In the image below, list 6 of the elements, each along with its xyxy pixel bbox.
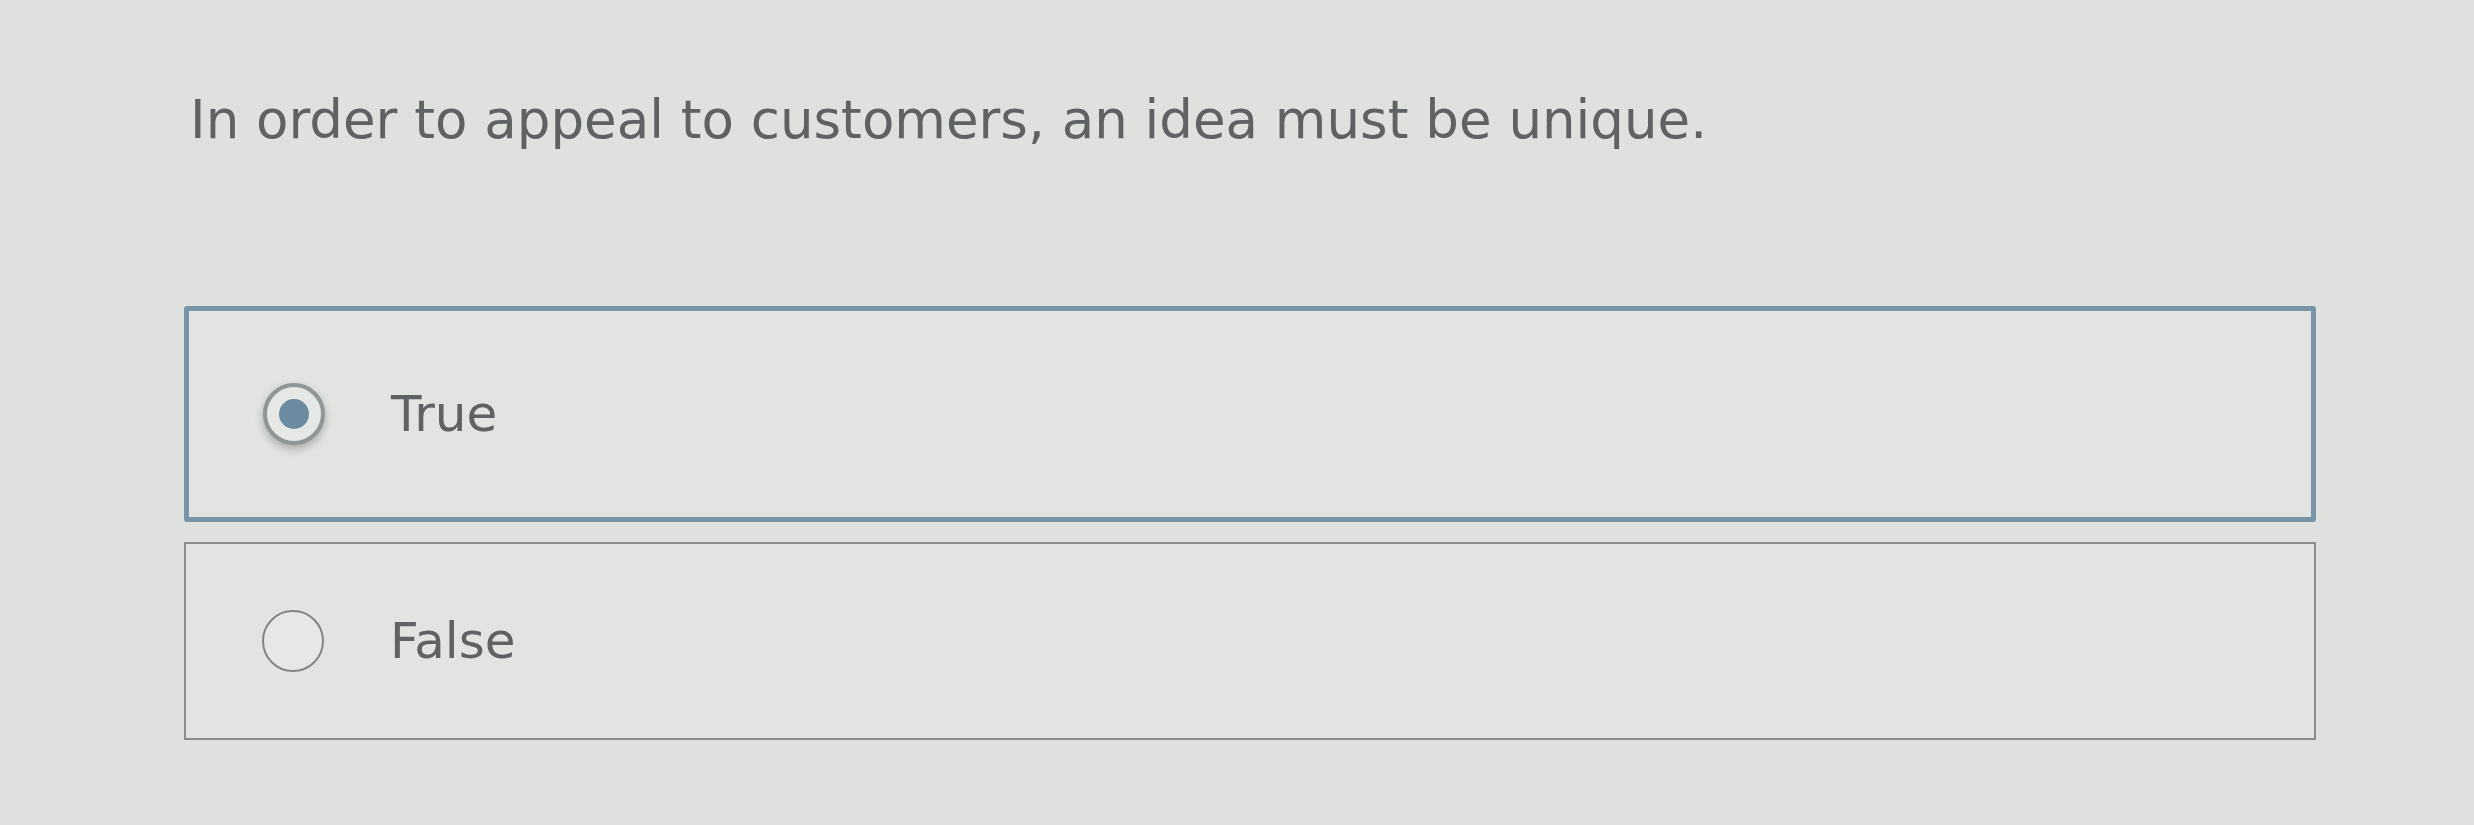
option-label: False [390, 611, 516, 672]
question-text: In order to appeal to customers, an idea must be unique. [190, 88, 1709, 152]
radio-button[interactable] [263, 383, 325, 445]
answer-option[interactable]: True [184, 306, 2316, 522]
answer-option[interactable]: False [184, 542, 2316, 740]
option-label: True [391, 384, 498, 445]
